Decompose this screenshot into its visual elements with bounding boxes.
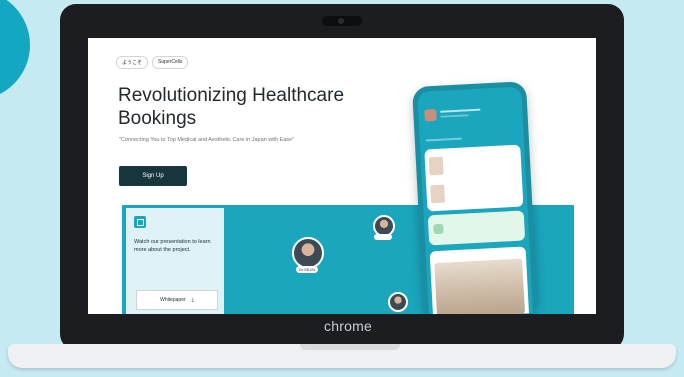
phone-status-card xyxy=(427,210,526,246)
phone-section-line xyxy=(425,137,462,142)
hero-tagline: "Connecting You to Top Medical and Aesth… xyxy=(119,137,295,143)
signup-button[interactable]: Sign Up xyxy=(119,166,187,186)
pill-supercells[interactable]: SuperCells xyxy=(152,56,189,69)
phone-appointments-list xyxy=(424,144,524,212)
doctor-avatar-tag: Dr.SEIJU xyxy=(296,266,319,273)
whitepaper-label: Whitepaper xyxy=(160,297,186,303)
phone-list-row[interactable] xyxy=(430,179,509,207)
phone-header-line xyxy=(440,108,481,113)
avatar-small-top-tag xyxy=(374,234,392,240)
device-brand: chrome xyxy=(324,318,372,334)
presentation-icon xyxy=(134,216,146,228)
header-pills: ようこそ SuperCells xyxy=(116,56,189,69)
phone-profile-avatar xyxy=(424,108,437,122)
phone-screen xyxy=(417,86,533,314)
laptop-base xyxy=(8,344,676,368)
pill-welcome[interactable]: ようこそ xyxy=(116,56,149,69)
whitepaper-button[interactable]: Whitepaper ⤓ xyxy=(136,290,218,310)
avatar-small-bottom[interactable] xyxy=(388,292,408,312)
phone-header-line xyxy=(440,114,469,118)
phone-row-thumb xyxy=(428,156,444,176)
presentation-text: Watch our presentation to learn more abo… xyxy=(134,239,211,253)
phone-clinic-photo xyxy=(434,258,526,314)
decorative-blob xyxy=(0,0,30,100)
phone-row-thumb xyxy=(430,184,446,204)
phone-list-row[interactable] xyxy=(428,151,508,179)
phone-recommended-section xyxy=(429,246,530,314)
hero-title: Revolutionizing Healthcare Bookings xyxy=(118,85,345,129)
webcam xyxy=(322,16,362,26)
laptop-notch xyxy=(300,344,400,350)
doctor-avatar[interactable] xyxy=(292,237,324,269)
phone-mockup xyxy=(412,81,538,314)
laptop-screen: ようこそ SuperCells Revolutionizing Healthca… xyxy=(88,38,596,314)
download-icon: ⤓ xyxy=(191,297,194,303)
presentation-card: Watch our presentation to learn more abo… xyxy=(126,208,224,314)
